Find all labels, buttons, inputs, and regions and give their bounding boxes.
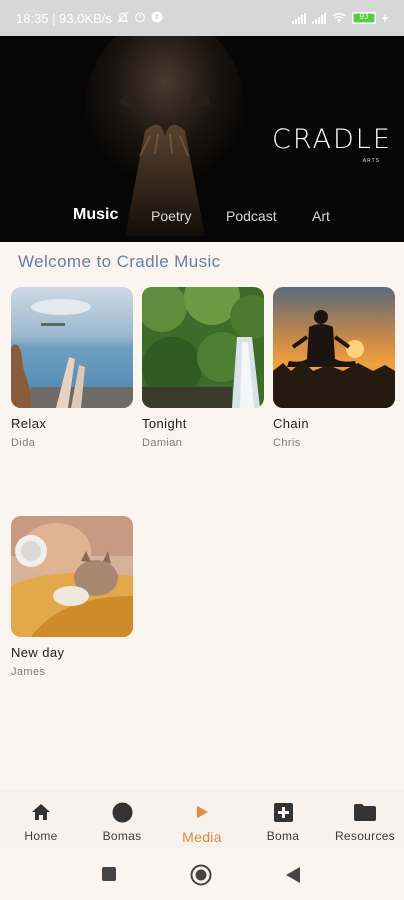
nav-home[interactable]: Home [16, 790, 66, 848]
status-bar: 18:35 | 93.0KB/s 93 [0, 0, 404, 36]
back-icon[interactable] [285, 866, 301, 889]
category-tabs: Music Poetry Podcast Art [0, 206, 404, 236]
track-card-relax[interactable]: Relax Dida [11, 287, 133, 449]
nav-label: Resources [334, 829, 396, 843]
home-button-icon[interactable] [190, 864, 212, 891]
nav-label: Home [24, 829, 58, 843]
status-time: 18:35 | 93.0KB/s [16, 10, 112, 26]
track-title: Tonight [142, 416, 187, 431]
track-title: Chain [273, 416, 309, 431]
track-title: Relax [11, 416, 47, 431]
track-artist: James [11, 666, 46, 678]
mute-icon [117, 11, 129, 26]
recents-icon[interactable] [101, 866, 117, 887]
signal-icon [292, 12, 306, 24]
app-notification-icon [151, 11, 163, 26]
battery-level: 93 [359, 12, 369, 21]
folder-icon [354, 801, 376, 823]
charging-icon [382, 11, 388, 26]
system-navigation [0, 848, 404, 900]
nav-label: Media [182, 829, 222, 845]
track-thumbnail [142, 287, 264, 408]
play-icon [195, 801, 209, 823]
brand-logo: CRADLE ARTS [272, 124, 392, 184]
nav-label: Boma [266, 829, 300, 843]
track-artist: Dida [11, 437, 36, 449]
nav-boma[interactable]: Boma [258, 790, 308, 848]
nav-bomas[interactable]: Bomas [96, 790, 148, 848]
plus-box-icon [273, 801, 293, 823]
track-title: New day [11, 645, 65, 660]
track-card-chain[interactable]: Chain Chris [273, 287, 395, 449]
track-card-tonight[interactable]: Tonight Damian [142, 287, 264, 449]
tab-music[interactable]: Music [73, 206, 118, 224]
nav-media[interactable]: Media [176, 790, 228, 848]
track-thumbnail [11, 287, 133, 408]
track-thumbnail [11, 516, 133, 637]
signal-icon [312, 12, 326, 24]
wifi-icon [332, 11, 346, 26]
tab-podcast[interactable]: Podcast [226, 208, 277, 224]
battery-icon: 93 [352, 12, 376, 24]
track-artist: Damian [142, 437, 183, 449]
brand-wordmark: CRADLE [272, 124, 392, 155]
circle-icon [112, 801, 133, 823]
bottom-navigation: Home Bomas Media Boma Resources [0, 790, 404, 848]
header-banner: CRADLE ARTS Music Poetry Podcast Art [0, 36, 404, 242]
tab-poetry[interactable]: Poetry [151, 208, 191, 224]
brand-subtitle: ARTS [362, 158, 380, 164]
home-icon [31, 801, 51, 823]
tab-art[interactable]: Art [312, 208, 330, 224]
track-artist: Chris [273, 437, 301, 449]
nav-label: Bomas [102, 829, 142, 843]
track-thumbnail [273, 287, 395, 408]
track-card-new-day[interactable]: New day James [11, 516, 133, 678]
welcome-heading: Welcome to Cradle Music [18, 252, 221, 271]
nav-resources[interactable]: Resources [330, 790, 400, 848]
alarm-icon [134, 11, 146, 26]
